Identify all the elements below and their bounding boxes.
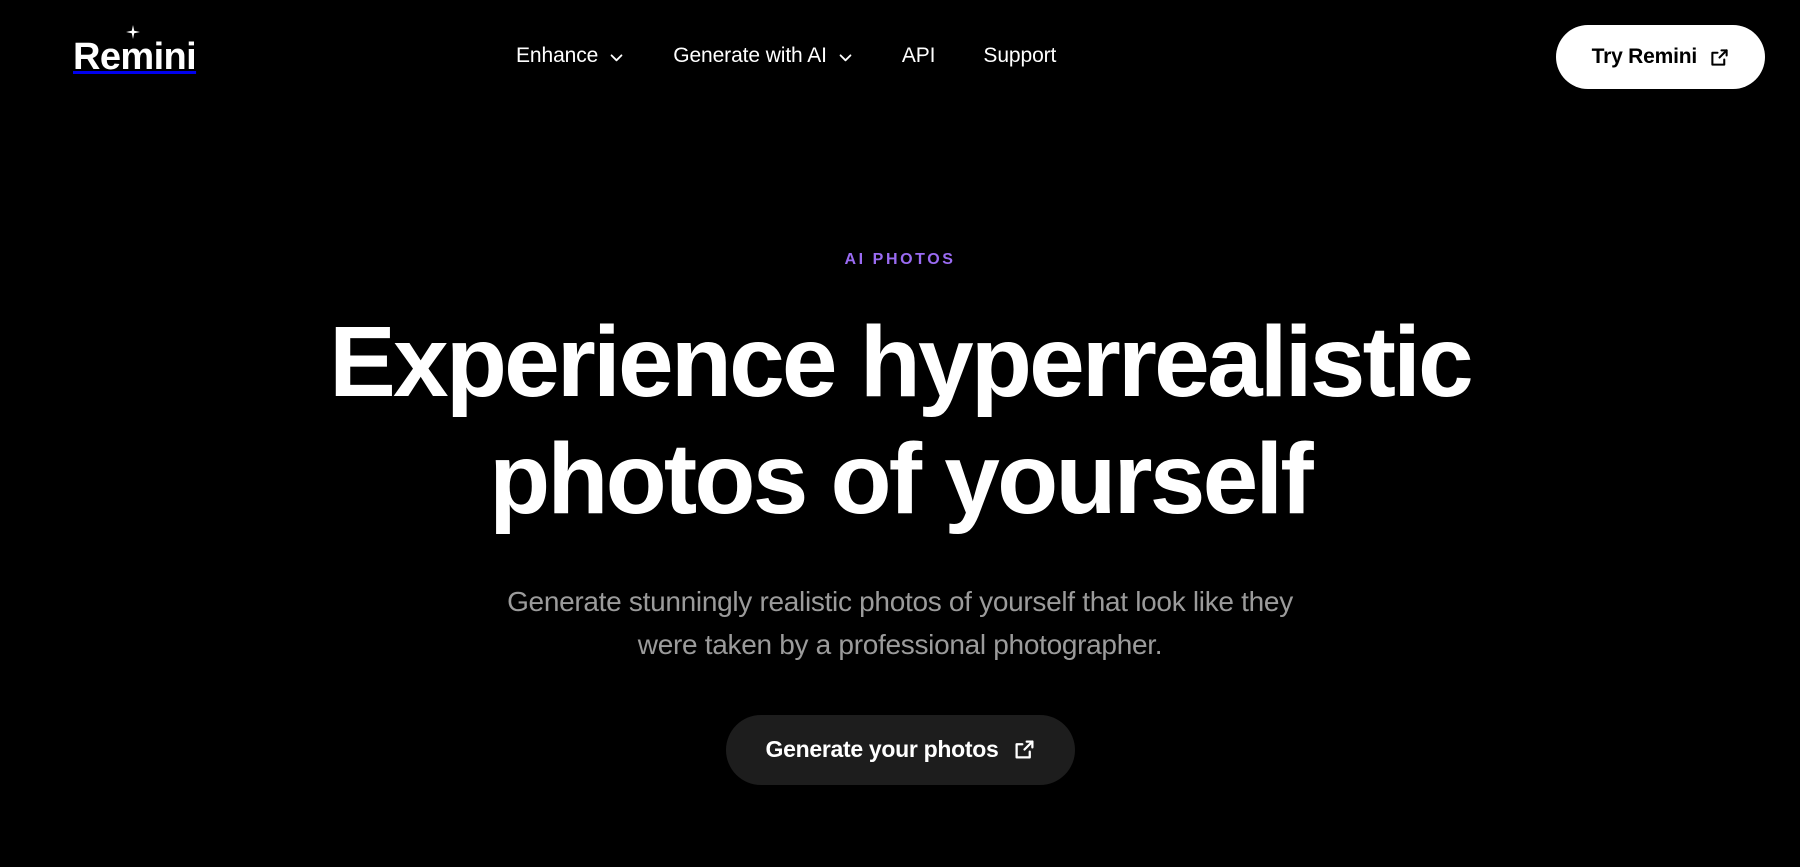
primary-navigation: Enhance Generate with AI API Support xyxy=(516,0,1056,112)
hero-subtitle: Generate stunningly realistic photos of … xyxy=(507,580,1293,667)
external-link-icon xyxy=(1014,739,1035,760)
nav-item-enhance-label: Enhance xyxy=(516,44,599,67)
brand-logo[interactable]: Remini xyxy=(73,25,197,78)
try-remini-button[interactable]: Try Remini xyxy=(1555,25,1765,89)
page-title-line-2: photos of yourself xyxy=(489,423,1314,535)
page-title: Experience hyperrealistic photos of your… xyxy=(329,304,1474,538)
nav-item-api[interactable]: API xyxy=(902,36,936,76)
generate-your-photos-button[interactable]: Generate your photos xyxy=(725,714,1075,785)
generate-your-photos-button-label: Generate your photos xyxy=(765,736,999,763)
page-title-line-1: Experience hyperrealistic xyxy=(329,306,1474,418)
nav-item-enhance[interactable]: Enhance xyxy=(516,36,625,76)
nav-item-support-label: Support xyxy=(983,44,1057,67)
external-link-icon xyxy=(1710,48,1729,67)
nav-item-generate-with-ai[interactable]: Generate with AI xyxy=(673,36,854,76)
hero-subtitle-line-1: Generate stunningly realistic photos of … xyxy=(507,586,1293,617)
nav-item-generate-with-ai-label: Generate with AI xyxy=(673,44,827,67)
brand-name: Remini xyxy=(73,36,197,78)
try-remini-button-label: Try Remini xyxy=(1591,45,1698,68)
hero-subtitle-line-2: were taken by a professional photographe… xyxy=(637,629,1163,661)
chevron-down-icon xyxy=(608,49,625,66)
nav-item-api-label: API xyxy=(901,44,936,67)
site-header: Remini Enhance Generate with AI API Supp… xyxy=(0,0,1800,112)
hero-section: AI PHOTOS Experience hyperrealistic phot… xyxy=(0,112,1800,867)
hero-eyebrow: AI PHOTOS xyxy=(844,251,956,268)
nav-item-support[interactable]: Support xyxy=(983,36,1056,76)
chevron-down-icon xyxy=(837,49,854,66)
